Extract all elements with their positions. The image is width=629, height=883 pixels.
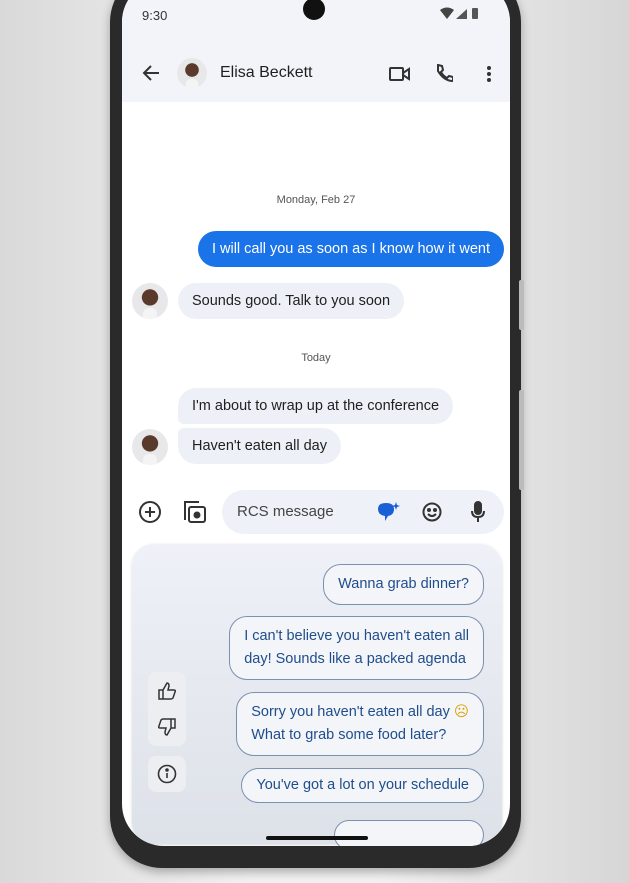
incoming-message[interactable]: I'm about to wrap up at the conference (178, 388, 454, 424)
suggestion-chip[interactable]: I can't believe you haven't eaten all day… (229, 616, 484, 680)
battery-icon (472, 8, 478, 19)
add-attachment-button[interactable] (138, 500, 162, 524)
info-icon (157, 764, 177, 784)
message-placeholder: RCS message (237, 503, 334, 520)
suggestion-text: You've got a lot on your schedule (256, 777, 469, 793)
magic-compose-button[interactable] (376, 501, 400, 523)
message-input[interactable]: RCS message (222, 490, 504, 534)
suggestion-chip[interactable]: Sorry you haven't eaten all day ☹ What to… (236, 692, 484, 756)
contact-avatar[interactable] (177, 58, 207, 88)
back-button[interactable] (142, 64, 160, 82)
sad-face-emoji: ☹ (453, 704, 469, 720)
suggestion-chip-partial[interactable] (334, 820, 484, 846)
video-call-button[interactable] (389, 66, 411, 82)
suggestion-text: What to grab some food later? (251, 727, 447, 743)
suggestion-text: Wanna grab dinner? (338, 576, 469, 592)
contact-name[interactable]: Elisa Beckett (220, 64, 312, 82)
thumbs-up-button[interactable] (158, 682, 176, 700)
status-icons (440, 7, 490, 21)
thumbs-down-button[interactable] (158, 718, 176, 736)
feedback-group (148, 672, 186, 746)
info-button[interactable] (148, 756, 186, 792)
wifi-icon (440, 7, 454, 19)
date-divider: Monday, Feb 27 (276, 194, 356, 206)
signal-icon (456, 9, 467, 19)
more-options-button[interactable] (486, 65, 492, 83)
emoji-button[interactable] (422, 502, 442, 522)
incoming-message[interactable]: Haven't eaten all day (178, 428, 341, 464)
home-indicator[interactable] (266, 836, 368, 840)
microphone-button[interactable] (470, 501, 486, 523)
outgoing-message[interactable]: I will call you as soon as I know how it… (197, 231, 504, 267)
incoming-message[interactable]: Sounds good. Talk to you soon (178, 283, 405, 319)
status-time: 9:30 (142, 8, 168, 23)
screen: 9:30 Elisa Beckett Monday, Feb 27 I will… (122, 0, 510, 846)
sender-avatar (132, 429, 168, 465)
suggestion-text: Sorry you haven't eaten all day (251, 704, 450, 720)
date-divider: Today (301, 352, 331, 364)
sender-avatar (132, 283, 168, 319)
volume-button (519, 390, 524, 490)
smart-reply-panel: Wanna grab dinner? I can't believe you h… (132, 544, 502, 846)
power-button (519, 280, 524, 330)
phone-call-button[interactable] (435, 64, 453, 82)
suggestion-chip[interactable]: You've got a lot on your schedule (241, 768, 484, 803)
suggestion-text: day! Sounds like a packed agenda (244, 651, 466, 667)
gallery-button[interactable] (183, 499, 207, 525)
suggestion-chip[interactable]: Wanna grab dinner? (323, 564, 484, 605)
suggestion-text: I can't believe you haven't eaten all (244, 628, 469, 644)
